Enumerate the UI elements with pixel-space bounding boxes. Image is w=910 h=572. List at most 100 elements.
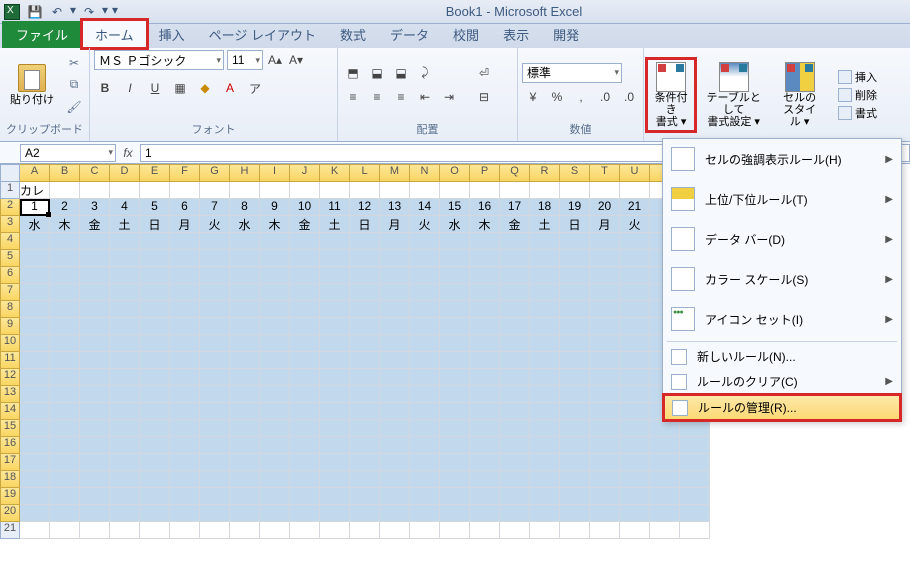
column-header[interactable]: D [110,164,140,182]
cell[interactable] [380,454,410,471]
font-color-button[interactable]: A [219,78,241,98]
increase-font-icon[interactable]: A▴ [266,50,284,70]
row-header[interactable]: 11 [0,352,20,369]
cell[interactable] [110,522,140,539]
cell[interactable] [200,454,230,471]
cell[interactable] [230,352,260,369]
cell[interactable]: 金 [290,216,320,233]
cell[interactable] [620,437,650,454]
cell[interactable] [500,352,530,369]
cut-icon[interactable]: ✂ [64,53,84,73]
border-button[interactable]: ▦ [169,78,191,98]
cell[interactable] [20,386,50,403]
row-header[interactable]: 10 [0,335,20,352]
cell[interactable] [530,437,560,454]
cell[interactable] [320,403,350,420]
cell[interactable] [590,284,620,301]
cell[interactable] [140,250,170,267]
cell[interactable] [380,250,410,267]
cell[interactable] [230,335,260,352]
cell[interactable] [530,488,560,505]
row-header[interactable]: 2 [0,199,20,216]
cell[interactable] [350,420,380,437]
cell[interactable] [560,386,590,403]
cell[interactable] [50,233,80,250]
cell[interactable] [590,522,620,539]
cell[interactable] [590,182,620,199]
cell[interactable] [500,301,530,318]
cell[interactable] [20,522,50,539]
cell[interactable]: 11 [320,199,350,216]
cell[interactable] [110,284,140,301]
cell[interactable] [20,301,50,318]
cell[interactable] [560,505,590,522]
menu-new-rule[interactable]: 新しいルール(N)... [663,344,901,369]
cell[interactable] [230,454,260,471]
cell[interactable] [170,403,200,420]
cell[interactable] [410,454,440,471]
cell[interactable] [560,233,590,250]
row-header[interactable]: 12 [0,369,20,386]
column-header[interactable]: I [260,164,290,182]
cell[interactable] [140,335,170,352]
cell[interactable] [290,454,320,471]
cell[interactable] [680,471,710,488]
number-format-select[interactable]: 標準 [522,63,622,83]
cell[interactable] [440,454,470,471]
cell[interactable] [320,233,350,250]
cell[interactable] [50,284,80,301]
cell[interactable] [290,437,320,454]
cell[interactable] [410,488,440,505]
cell[interactable] [470,335,500,352]
cell[interactable] [590,301,620,318]
cell[interactable] [380,335,410,352]
cell[interactable]: 日 [560,216,590,233]
cell[interactable] [620,284,650,301]
cell[interactable]: 1 [20,199,50,216]
undo-icon[interactable]: ↶ [48,3,66,21]
format-painter-icon[interactable]: 🖌 [64,97,84,117]
cell[interactable] [140,318,170,335]
cell[interactable] [20,318,50,335]
cell[interactable] [380,233,410,250]
cell[interactable] [50,267,80,284]
cell[interactable] [500,318,530,335]
cell[interactable] [260,267,290,284]
cell[interactable] [80,471,110,488]
cell[interactable] [500,403,530,420]
cell[interactable] [530,420,560,437]
cell[interactable] [200,437,230,454]
cell[interactable] [20,250,50,267]
cell[interactable] [500,471,530,488]
cell[interactable] [110,437,140,454]
cell[interactable] [470,505,500,522]
row-header[interactable]: 18 [0,471,20,488]
cell[interactable] [680,437,710,454]
menu-color-scales[interactable]: カラー スケール(S) ▶ [663,259,901,299]
cell[interactable] [500,284,530,301]
cell[interactable] [200,522,230,539]
cell[interactable]: 日 [140,216,170,233]
cell[interactable] [200,471,230,488]
column-header[interactable]: J [290,164,320,182]
cell[interactable] [590,250,620,267]
cell[interactable] [620,522,650,539]
cell[interactable] [530,250,560,267]
cell[interactable]: 16 [470,199,500,216]
cell[interactable] [260,182,290,199]
cell[interactable] [20,335,50,352]
cell[interactable] [440,284,470,301]
cell[interactable] [530,182,560,199]
cell[interactable]: 6 [170,199,200,216]
cell[interactable] [500,267,530,284]
cell[interactable] [560,454,590,471]
cell[interactable] [140,420,170,437]
cell[interactable] [200,182,230,199]
cell[interactable] [470,369,500,386]
cell[interactable] [50,522,80,539]
cell[interactable] [140,488,170,505]
cell[interactable] [20,284,50,301]
cell[interactable] [320,318,350,335]
tab-developer[interactable]: 開発 [541,21,591,48]
cell[interactable] [560,369,590,386]
